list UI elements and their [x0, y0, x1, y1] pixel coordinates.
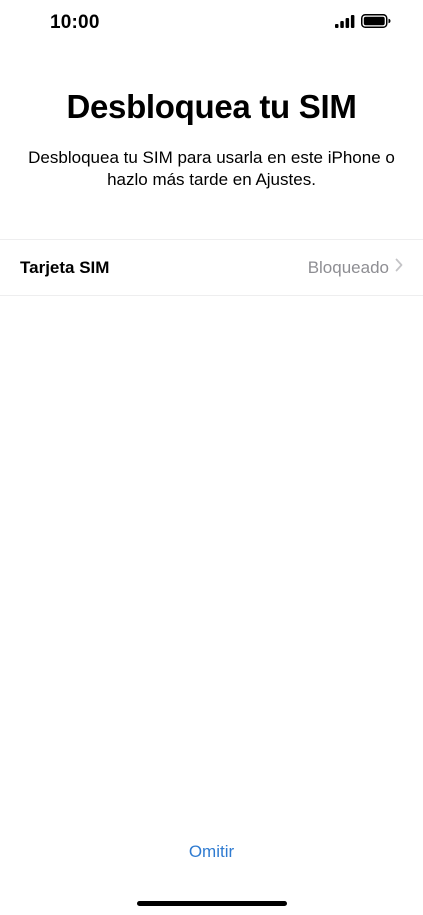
sim-card-row[interactable]: Tarjeta SIM Bloqueado — [0, 239, 423, 296]
setup-screen: 10:00 Desbloquea tu SIM Desbloquea tu SI… — [0, 0, 423, 915]
status-icons — [335, 14, 391, 33]
battery-full-icon — [361, 14, 391, 33]
chevron-right-icon — [395, 258, 403, 277]
page-subtitle: Desbloquea tu SIM para usarla en este iP… — [28, 148, 395, 189]
skip-button[interactable]: Omitir — [0, 842, 423, 862]
sim-lock-status: Bloqueado — [307, 257, 389, 277]
sim-card-status: Bloqueado — [308, 258, 403, 278]
sim-card-label: Tarjeta SIM — [20, 257, 110, 277]
home-indicator[interactable] — [137, 901, 287, 906]
status-time: 10:00 — [50, 12, 100, 33]
status-bar: 10:00 — [0, 0, 423, 50]
page-title: Desbloquea tu SIM — [66, 88, 357, 125]
cellular-signal-icon — [335, 14, 355, 33]
